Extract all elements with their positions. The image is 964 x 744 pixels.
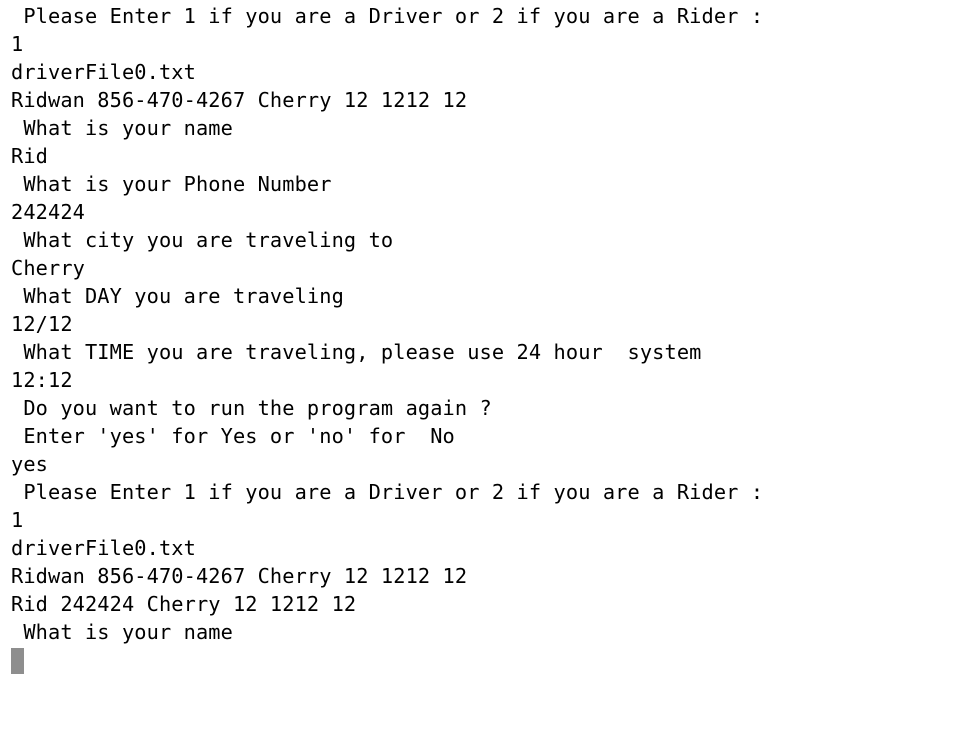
prompt-name: What is your name	[11, 116, 233, 140]
prompt-name: What is your name	[11, 620, 233, 644]
prompt-run-again: Do you want to run the program again ?	[11, 396, 492, 420]
input-role-choice: 1	[11, 32, 24, 56]
prompt-yes-or-no: Enter 'yes' for Yes or 'no' for No	[11, 424, 455, 448]
input-phone-number: 242424	[11, 200, 85, 224]
prompt-driver-or-rider: Please Enter 1 if you are a Driver or 2 …	[11, 480, 764, 504]
output-driver-record: Rid 242424 Cherry 12 1212 12	[11, 592, 357, 616]
output-driver-record: Ridwan 856-470-4267 Cherry 12 1212 12	[11, 88, 468, 112]
input-day: 12/12	[11, 312, 73, 336]
output-driver-file-name: driverFile0.txt	[11, 536, 196, 560]
input-run-again: yes	[11, 452, 48, 476]
input-name: Rid	[11, 144, 48, 168]
prompt-driver-or-rider: Please Enter 1 if you are a Driver or 2 …	[11, 4, 764, 28]
terminal-output[interactable]: Please Enter 1 if you are a Driver or 2 …	[0, 0, 964, 744]
output-driver-record: Ridwan 856-470-4267 Cherry 12 1212 12	[11, 564, 468, 588]
input-role-choice: 1	[11, 508, 24, 532]
active-input-line[interactable]	[11, 646, 964, 674]
prompt-time: What TIME you are traveling, please use …	[11, 340, 702, 364]
prompt-city: What city you are traveling to	[11, 228, 394, 252]
prompt-phone-number: What is your Phone Number	[11, 172, 332, 196]
prompt-day: What DAY you are traveling	[11, 284, 344, 308]
output-driver-file-name: driverFile0.txt	[11, 60, 196, 84]
input-city: Cherry	[11, 256, 85, 280]
text-cursor	[11, 648, 24, 674]
input-time: 12:12	[11, 368, 73, 392]
